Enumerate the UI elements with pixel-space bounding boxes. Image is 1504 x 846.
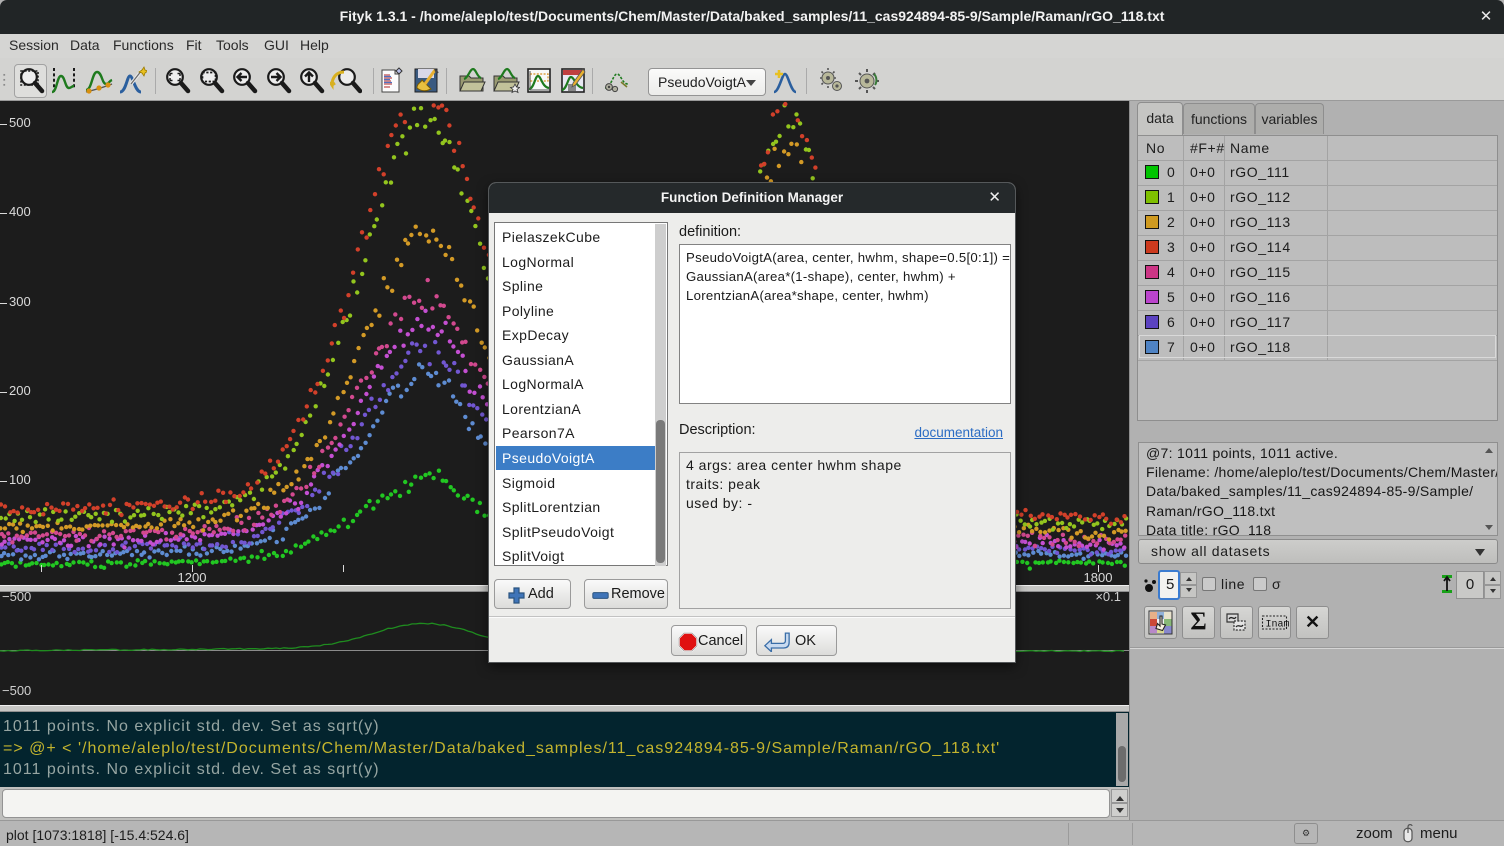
svg-text:Inam: Inam	[1266, 620, 1290, 631]
